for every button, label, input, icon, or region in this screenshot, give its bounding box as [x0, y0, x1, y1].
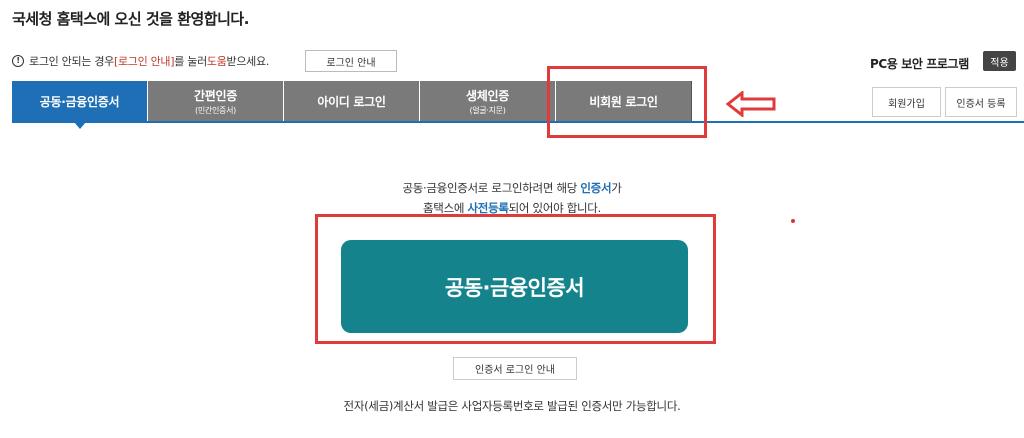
- notice-link-help: 도움: [206, 55, 227, 68]
- desc-highlight: 사전등록: [467, 201, 509, 215]
- desc-text: 되어 있어야 합니다.: [508, 201, 602, 215]
- description-line-1: 공동·금융인증서로 로그인하려면 해당 인증서가: [0, 180, 1024, 196]
- bottom-note: 전자(세금)계산서 발급은 사업자등록번호로 발급된 인증서만 가능합니다.: [343, 399, 681, 413]
- cert-register-button[interactable]: 인증서 등록: [945, 87, 1017, 117]
- cert-login-guide-button[interactable]: 인증서 로그인 안내: [453, 357, 577, 380]
- info-icon: !: [12, 55, 24, 67]
- tab-label: 공동·금융인증서: [39, 95, 120, 109]
- tab-underline: [12, 121, 1024, 123]
- notice-middle: 를 눌러: [174, 55, 207, 68]
- tab-biometric-auth[interactable]: 생체인증 (얼굴·지문): [420, 81, 556, 122]
- tab-label: 아이디 로그인: [317, 95, 386, 109]
- tab-joint-financial-cert[interactable]: 공동·금융인증서: [12, 81, 148, 122]
- notice-suffix: 받으세요.: [226, 55, 270, 68]
- desc-text: 공동·금융인증서로 로그인하려면 해당: [402, 181, 581, 195]
- tab-sublabel: (얼굴·지문): [469, 106, 506, 115]
- pc-security-label: PC용 보안 프로그램: [870, 57, 969, 71]
- desc-text: 홈택스에: [423, 201, 468, 215]
- active-tab-caret-icon: [74, 122, 86, 129]
- notice-link-login-guide: [로그인 안내]: [113, 55, 175, 68]
- arrow-left-icon: [726, 91, 776, 117]
- joint-financial-cert-login-button[interactable]: 공동·금융인증서: [341, 240, 688, 333]
- highlight-box-non-member-tab: [547, 66, 707, 138]
- tab-label: 간편인증: [194, 89, 237, 103]
- tab-sublabel: (민간인증서): [195, 106, 236, 115]
- desc-highlight: 인증서: [580, 181, 612, 195]
- security-apply-button[interactable]: 적용: [983, 51, 1016, 71]
- welcome-title: 국세청 홈택스에 오신 것을 환영합니다.: [12, 10, 249, 28]
- notice-prefix: 로그인 안되는 경우: [29, 55, 114, 68]
- tab-label: 생체인증: [466, 89, 509, 103]
- red-dot-mark: [791, 219, 795, 223]
- desc-text: 가: [611, 181, 622, 195]
- join-member-button[interactable]: 회원가입: [872, 87, 941, 117]
- login-help-notice: ! 로그인 안되는 경우 [로그인 안내] 를 눌러 도움 받으세요.: [12, 53, 269, 69]
- tab-simple-auth[interactable]: 간편인증 (민간인증서): [148, 81, 284, 122]
- tab-id-login[interactable]: 아이디 로그인: [284, 81, 420, 122]
- login-guide-button[interactable]: 로그인 안내: [305, 50, 397, 72]
